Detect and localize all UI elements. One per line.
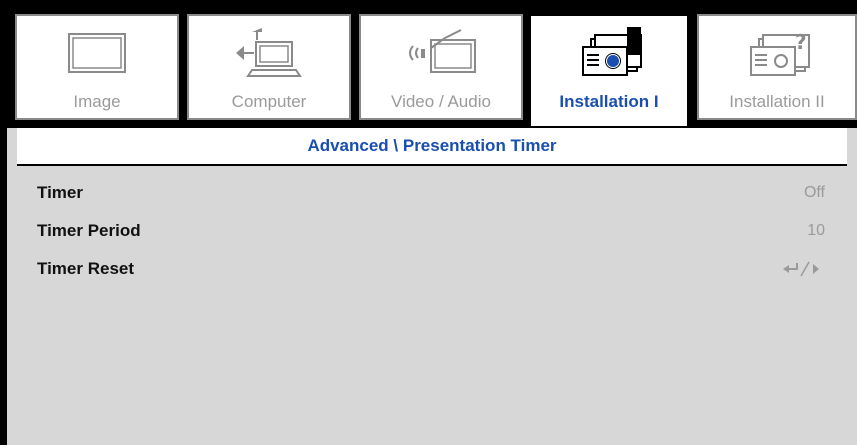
- row-timer-period[interactable]: Timer Period 10: [17, 214, 847, 248]
- tab-label: Computer: [231, 92, 307, 111]
- tab-label: Video / Audio: [391, 92, 491, 111]
- frame-edge: [0, 0, 7, 445]
- video-audio-icon: [361, 16, 521, 90]
- tab-label: Image: [73, 92, 121, 111]
- tab-bar: Image Computer Video / Audio Installatio…: [7, 0, 857, 128]
- tab-installation-ii[interactable]: ? Installation II: [697, 14, 857, 120]
- tab-label: Installation I: [559, 92, 659, 111]
- projector-icon: [531, 16, 687, 90]
- row-timer[interactable]: Timer Off: [17, 176, 847, 210]
- svg-text:?: ?: [795, 30, 807, 54]
- settings-list: Timer Off Timer Period 10 Timer Reset: [17, 166, 847, 445]
- row-timer-reset[interactable]: Timer Reset: [17, 252, 847, 286]
- tab-computer[interactable]: Computer: [187, 14, 351, 120]
- computer-icon: [189, 16, 349, 90]
- settings-panel: Advanced \ Presentation Timer Timer Off …: [7, 126, 857, 445]
- tab-image[interactable]: Image: [15, 14, 179, 120]
- tab-installation-i[interactable]: Installation I: [529, 14, 689, 128]
- enter-right-icon[interactable]: [781, 261, 825, 277]
- tab-video-audio[interactable]: Video / Audio: [359, 14, 523, 120]
- row-value: Off: [803, 184, 825, 201]
- monitor-icon: [17, 16, 177, 90]
- row-label: Timer Reset: [37, 259, 135, 278]
- row-label: Timer Period: [37, 221, 141, 240]
- tab-label: Installation II: [729, 92, 825, 111]
- row-value: 10: [807, 222, 825, 239]
- osd-menu: Image Computer Video / Audio Installatio…: [0, 0, 857, 445]
- row-label: Timer: [37, 183, 83, 202]
- panel-title: Advanced \ Presentation Timer: [307, 136, 557, 155]
- projector-question-icon: ?: [699, 16, 855, 90]
- panel-title-bar: Advanced \ Presentation Timer: [17, 128, 847, 166]
